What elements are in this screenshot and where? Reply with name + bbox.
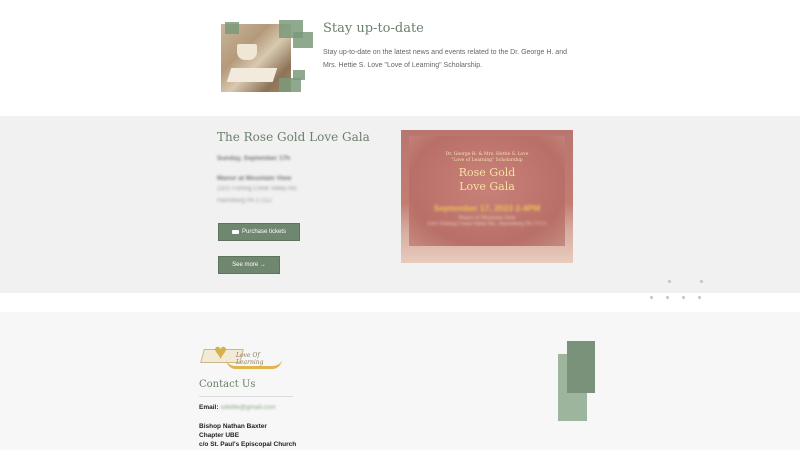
poster-address: 2201 Fishing Creek Valley Rd., Harrisbur… [426, 222, 548, 227]
email-row: Email: sdettle@gmail.com [199, 404, 276, 411]
purchase-tickets-label: Purchase tickets [241, 229, 287, 235]
poster-date: September 17, 2023 2-4PM [433, 203, 541, 213]
deco-square [567, 341, 595, 393]
pattern-dot [668, 280, 671, 283]
section-description: Stay up-to-date on the latest news and e… [323, 49, 567, 69]
stay-up-to-date-image [221, 20, 313, 94]
contact-title: Contact Us [199, 379, 256, 390]
pattern-dot [682, 296, 685, 299]
ticket-icon [231, 230, 239, 234]
deco-square [279, 78, 301, 92]
deco-square [225, 22, 239, 34]
gala-address-line2: Harrisburg PA 17112 [217, 198, 272, 204]
poster-scholarship: "Love of Learning" Scholarship [451, 158, 523, 163]
email-link[interactable]: sdettle@gmail.com [220, 404, 275, 411]
address-line: Chapter UBE [199, 432, 240, 439]
footer: ♥ Love Of Learning Contact Us Email: sde… [0, 312, 800, 450]
section-title: Stay up-to-date [323, 21, 424, 36]
poster-title-line1: Rose Gold [458, 166, 516, 179]
purchase-tickets-button[interactable]: Purchase tickets [218, 223, 300, 241]
poster-title-line2: Love Gala [459, 180, 515, 193]
pattern-dot [666, 296, 669, 299]
love-of-learning-logo[interactable]: ♥ Love Of Learning [200, 339, 286, 373]
pattern-dot [698, 296, 701, 299]
gala-date: Sunday, September 17h [217, 155, 291, 162]
gala-title: The Rose Gold Love Gala [217, 130, 370, 144]
deco-square [293, 70, 305, 80]
gala-venue: Manor at Mountain View [217, 175, 292, 182]
poster-hosts: Dr. George H. & Mrs. Hettie S. Love [445, 152, 529, 157]
see-more-button[interactable]: See more → [218, 256, 280, 274]
gala-section: The Rose Gold Love Gala Sunday, Septembe… [0, 116, 800, 363]
page: Stay up-to-date Stay up-to-date on the l… [0, 0, 800, 450]
logo-text: Love Of Learning [236, 352, 264, 366]
poster-venue: Manor at Mountain View [458, 216, 516, 221]
pattern-dot [650, 296, 653, 299]
gala-poster-image: Dr. George H. & Mrs. Hettie S. Love "Lov… [401, 130, 573, 263]
see-more-label: See more → [232, 262, 266, 268]
address-line: c/o St. Paul's Episcopal Church [199, 441, 297, 448]
gala-address-line1: 2201 Fishing Creek Valley Rd. [217, 186, 298, 192]
stay-up-to-date-section: Stay up-to-date Stay up-to-date on the l… [0, 0, 800, 116]
pattern-dot [700, 280, 703, 283]
email-label: Email: [199, 404, 219, 411]
deco-square [293, 32, 313, 48]
divider [199, 396, 293, 397]
address-line: Bishop Nathan Baxter [199, 423, 267, 430]
